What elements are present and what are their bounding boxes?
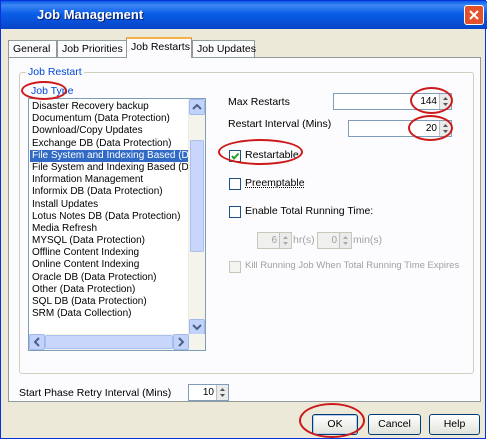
- job-type-item[interactable]: Information Management: [30, 174, 190, 186]
- job-type-item[interactable]: MYSQL (Data Protection): [30, 235, 190, 247]
- kill-job-checkbox[interactable]: [229, 261, 241, 273]
- chevron-down-icon: [192, 324, 202, 331]
- scroll-up-button[interactable]: [189, 99, 205, 115]
- scroll-down-button[interactable]: [189, 319, 205, 335]
- job-type-item[interactable]: Install Updates: [30, 199, 190, 211]
- job-restart-group-label: Job Restart: [26, 66, 84, 78]
- cancel-button[interactable]: Cancel: [368, 414, 421, 435]
- job-type-item[interactable]: SRM (Data Collection): [30, 308, 190, 320]
- spinner-arrows-icon: [443, 97, 448, 106]
- help-button[interactable]: Help: [429, 414, 480, 435]
- job-type-item[interactable]: Exchange DB (Data Protection): [30, 138, 190, 150]
- kill-job-label: Kill Running Job When Total Running Time…: [245, 260, 460, 271]
- mins-arrows[interactable]: [339, 233, 351, 248]
- job-type-listbox[interactable]: Disaster Recovery backup Documentum (Data…: [28, 98, 206, 351]
- restartable-label: Restartable: [245, 149, 299, 161]
- hscroll-thumb[interactable]: [45, 335, 173, 349]
- start-phase-retry-spinner[interactable]: 10: [188, 384, 229, 401]
- hours-arrows[interactable]: [279, 233, 291, 248]
- job-type-vscrollbar[interactable]: [188, 99, 205, 335]
- mins-value: 0: [331, 235, 337, 246]
- start-phase-retry-label: Start Phase Retry Interval (Mins): [19, 387, 172, 399]
- enable-total-running-label: Enable Total Running Time:: [245, 205, 374, 217]
- start-phase-retry-arrows[interactable]: [216, 385, 228, 400]
- job-type-item[interactable]: Disaster Recovery backup: [30, 101, 190, 113]
- scroll-right-button[interactable]: [173, 334, 189, 350]
- job-type-label: Job Type: [31, 85, 74, 97]
- chevron-right-icon: [178, 337, 185, 347]
- job-type-item[interactable]: SQL DB (Data Protection): [30, 296, 190, 308]
- restart-interval-value: 20: [425, 123, 437, 134]
- spinner-arrows-icon: [220, 388, 225, 397]
- scroll-left-button[interactable]: [29, 334, 45, 350]
- chevron-up-icon: [192, 103, 202, 110]
- job-management-window: Job Management General Job Priorities Jo…: [0, 0, 487, 439]
- hours-label: hr(s): [293, 234, 315, 246]
- job-type-item[interactable]: Oracle DB (Data Protection): [30, 272, 190, 284]
- preemptable-checkbox[interactable]: [229, 178, 241, 190]
- spinner-arrows-icon: [343, 236, 348, 245]
- checkmark-icon: [231, 152, 240, 161]
- tab-general[interactable]: General: [8, 40, 57, 58]
- job-type-list: Disaster Recovery backup Documentum (Data…: [30, 101, 190, 320]
- tab-job-priorities[interactable]: Job Priorities: [57, 40, 127, 58]
- start-phase-retry-value: 10: [202, 387, 214, 398]
- job-type-item[interactable]: Download/Copy Updates: [30, 125, 190, 137]
- close-button[interactable]: [464, 5, 484, 25]
- job-type-item[interactable]: Other (Data Protection): [30, 284, 190, 296]
- job-type-item[interactable]: Lotus Notes DB (Data Protection): [30, 211, 190, 223]
- tab-job-restarts[interactable]: Job Restarts: [126, 37, 192, 58]
- tab-job-updates[interactable]: Job Updates: [192, 40, 256, 58]
- mins-label: min(s): [353, 234, 383, 246]
- hours-value: 6: [271, 235, 277, 246]
- job-type-item[interactable]: Offline Content Indexing: [30, 247, 190, 259]
- spinner-arrows-icon: [283, 236, 288, 245]
- restart-interval-label: Restart Interval (Mins): [228, 118, 332, 130]
- restart-interval-arrows[interactable]: [439, 121, 451, 136]
- max-restarts-arrows[interactable]: [439, 94, 451, 109]
- close-icon: [469, 10, 479, 20]
- job-type-item[interactable]: File System and Indexing Based (D: [30, 162, 190, 174]
- hours-spinner[interactable]: 6: [257, 232, 292, 249]
- enable-total-running-checkbox[interactable]: [229, 206, 241, 218]
- job-type-item[interactable]: Documentum (Data Protection): [30, 113, 190, 125]
- job-type-item[interactable]: File System and Indexing Based (D: [30, 149, 190, 162]
- max-restarts-spinner[interactable]: 144: [333, 93, 452, 110]
- job-type-item[interactable]: Informix DB (Data Protection): [30, 186, 190, 198]
- restartable-checkbox[interactable]: [229, 150, 241, 162]
- window-title: Job Management: [37, 7, 144, 22]
- preemptable-label: Preemptable: [245, 177, 305, 189]
- vscroll-thumb[interactable]: [190, 140, 204, 252]
- job-type-item[interactable]: Online Content Indexing: [30, 259, 190, 271]
- title-bar: Job Management: [1, 1, 487, 29]
- spinner-arrows-icon: [443, 124, 448, 133]
- max-restarts-label: Max Restarts: [228, 96, 290, 108]
- ok-button[interactable]: OK: [312, 414, 358, 435]
- max-restarts-value: 144: [420, 96, 437, 107]
- job-type-item[interactable]: Media Refresh: [30, 223, 190, 235]
- mins-spinner[interactable]: 0: [317, 232, 352, 249]
- job-type-hscrollbar[interactable]: [29, 334, 205, 350]
- chevron-left-icon: [33, 337, 40, 347]
- restart-interval-spinner[interactable]: 20: [348, 120, 452, 137]
